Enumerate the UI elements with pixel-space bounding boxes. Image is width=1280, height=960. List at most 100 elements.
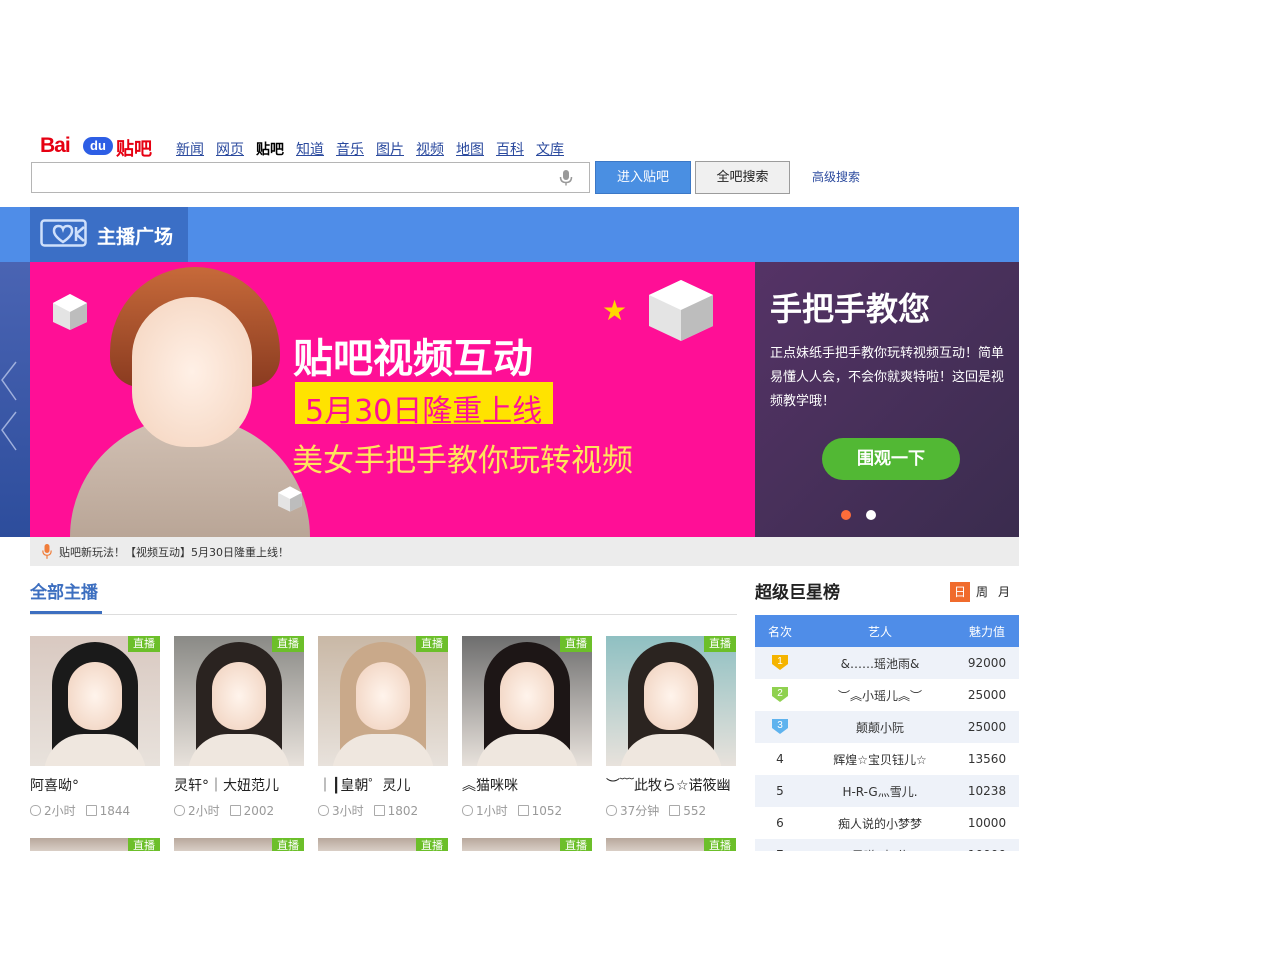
anchor-photo[interactable]: 直播 bbox=[318, 636, 448, 766]
section-title-all-anchors[interactable]: 全部主播 bbox=[30, 578, 98, 603]
banner-headline: 贴吧视频互动 bbox=[293, 336, 533, 382]
charm-score: 25000 bbox=[955, 679, 1019, 711]
anchor-card-next-row[interactable]: 直播 bbox=[318, 838, 448, 851]
nav-baike[interactable]: 百科 bbox=[496, 142, 524, 158]
advanced-search-link[interactable]: 高级搜索 bbox=[812, 168, 860, 185]
ranking-row[interactable]: 1 &……瑶池雨& 92000 bbox=[755, 647, 1019, 679]
live-badge: 直播 bbox=[416, 636, 448, 652]
notice-bar: 贴吧新玩法！【视频互动】5月30日隆重上线！ bbox=[30, 537, 1019, 566]
anchor-card-next-row[interactable]: 直播 bbox=[30, 838, 160, 851]
anchor-photo[interactable]: 直播 bbox=[30, 636, 160, 766]
anchor-card[interactable]: 直播 ︽猫咪咪 1小时 1052 bbox=[462, 636, 592, 818]
enter-tieba-button[interactable]: 进入贴吧 bbox=[595, 161, 691, 194]
banner-date-text: 5月30日隆重上线 bbox=[305, 394, 543, 429]
medal-icon: 2 bbox=[772, 686, 788, 702]
channel-bar: 主播广场 bbox=[0, 207, 1019, 262]
artist-name[interactable]: 颠颠小阮 bbox=[805, 711, 955, 743]
artist-name[interactable]: &……瑶池雨& bbox=[805, 647, 955, 679]
artist-name[interactable]: 痴人说的小梦梦 bbox=[805, 807, 955, 839]
logo-tieba-text: 贴吧 bbox=[116, 139, 152, 160]
ranking-row[interactable]: 3 颠颠小阮 25000 bbox=[755, 711, 1019, 743]
anchor-card[interactable]: 直播 ︶﹋此牧ら☆诺筱幽 37分钟 552 bbox=[606, 636, 736, 818]
ranking-title: 超级巨星榜 bbox=[755, 583, 840, 603]
anchor-stats: 2小时 2002 bbox=[174, 802, 274, 819]
live-badge: 直播 bbox=[128, 636, 160, 652]
search-input[interactable] bbox=[36, 163, 550, 192]
anchor-name[interactable]: 灵轩°｜大妞范儿 bbox=[174, 775, 312, 795]
charm-score: 10000 bbox=[955, 807, 1019, 839]
rank-cell: 1 bbox=[755, 647, 805, 679]
anchor-card[interactable]: 直播 ｜┃皇朝゜灵儿 3小时 1802 bbox=[318, 636, 448, 818]
nav-music[interactable]: 音乐 bbox=[336, 142, 364, 158]
nav-news[interactable]: 新闻 bbox=[176, 142, 204, 158]
anchor-photo[interactable]: 直播 bbox=[462, 636, 592, 766]
anchor-stats: 3小时 1802 bbox=[318, 802, 418, 819]
slide-dot-1[interactable] bbox=[841, 510, 851, 520]
anchor-name[interactable]: 阿喜呦° bbox=[30, 775, 168, 795]
banner-slide[interactable]: ★ 贴吧视频互动 5月30日隆重上线 美女手把手教你玩转视频 bbox=[30, 262, 755, 537]
anchor-photo[interactable]: 直播 bbox=[606, 636, 736, 766]
artist-name[interactable]: 辉煌☆宝贝钰儿☆ bbox=[805, 743, 955, 775]
anchor-views: 1844 bbox=[99, 803, 131, 818]
notice-text[interactable]: 贴吧新玩法！【视频互动】5月30日隆重上线！ bbox=[59, 544, 289, 560]
search-box bbox=[31, 162, 590, 193]
nav-map[interactable]: 地图 bbox=[456, 142, 484, 158]
nav-video[interactable]: 视频 bbox=[416, 142, 444, 158]
rank-cell: 5 bbox=[755, 775, 805, 807]
nav-images[interactable]: 图片 bbox=[376, 142, 404, 158]
ranking-tab-day[interactable]: 日 bbox=[950, 582, 970, 602]
baidu-tieba-logo[interactable]: Bai du 贴吧 bbox=[38, 134, 160, 160]
anchor-name[interactable]: ︽猫咪咪 bbox=[462, 775, 600, 795]
search-all-button[interactable]: 全吧搜索 bbox=[695, 161, 790, 194]
slide-dot-2[interactable] bbox=[866, 510, 876, 520]
channel-tab[interactable]: 主播广场 bbox=[30, 207, 188, 262]
anchor-time: 3小时 bbox=[332, 804, 364, 818]
artist-name[interactable]: ︶︽小瑶儿︽︶ bbox=[805, 679, 955, 711]
ranking-table: 名次 艺人 魅力值 1 &……瑶池雨& 92000 2 ︶︽小瑶儿︽︶ 25000 3 颠颠小… bbox=[755, 615, 1019, 871]
nav-wenku[interactable]: 文库 bbox=[536, 142, 564, 158]
previous-slide-edge[interactable] bbox=[0, 262, 30, 537]
photo-face-shape bbox=[68, 662, 122, 730]
photo-face-shape bbox=[500, 662, 554, 730]
anchor-views: 1052 bbox=[531, 803, 563, 818]
anchor-time: 2小时 bbox=[188, 804, 220, 818]
ranking-row[interactable]: 4 辉煌☆宝贝钰儿☆ 13560 bbox=[755, 743, 1019, 775]
hero-banner[interactable]: ★ 贴吧视频互动 5月30日隆重上线 美女手把手教你玩转视频 手把手教您 正点妹… bbox=[0, 262, 1019, 537]
anchor-name[interactable]: ︶﹋此牧ら☆诺筱幽 bbox=[606, 775, 744, 795]
anchor-time: 1小时 bbox=[476, 804, 508, 818]
anchor-card-next-row[interactable]: 直播 bbox=[174, 838, 304, 851]
artist-name[interactable]: H-R-G灬雪儿. bbox=[805, 775, 955, 807]
photo-face-shape bbox=[644, 662, 698, 730]
medal-rank-number: 1 bbox=[777, 656, 783, 667]
section-divider bbox=[30, 614, 737, 615]
watch-button[interactable]: 围观一下 bbox=[822, 438, 960, 480]
banner-info-desc: 正点妹纸手把手教你玩转视频互动！简单易懂人人会，不会你就爽特啦！这回是视频教学哦… bbox=[770, 346, 1005, 409]
ranking-tab-month[interactable]: 月 bbox=[998, 585, 1010, 599]
medal-rank-number: 2 bbox=[777, 688, 783, 699]
microphone-icon[interactable] bbox=[557, 169, 575, 187]
live-badge: 直播 bbox=[704, 838, 736, 851]
ranking-row[interactable]: 5 H-R-G灬雪儿. 10238 bbox=[755, 775, 1019, 807]
ranking-tab-week[interactable]: 周 bbox=[976, 585, 988, 599]
rank-cell: 6 bbox=[755, 807, 805, 839]
anchor-card[interactable]: 直播 灵轩°｜大妞范儿 2小时 2002 bbox=[174, 636, 304, 818]
clock-icon bbox=[606, 805, 617, 816]
anchor-card-next-row[interactable]: 直播 bbox=[606, 838, 736, 851]
anchor-stats: 2小时 1844 bbox=[30, 802, 130, 819]
anchor-card-next-row[interactable]: 直播 bbox=[462, 838, 592, 851]
banner-girl-photo bbox=[70, 267, 310, 537]
header-rank: 名次 bbox=[755, 615, 805, 647]
clock-icon bbox=[174, 805, 185, 816]
nav-web[interactable]: 网页 bbox=[216, 142, 244, 158]
anchor-card[interactable]: 直播 阿喜呦° 2小时 1844 bbox=[30, 636, 160, 818]
ranking-row[interactable]: 2 ︶︽小瑶儿︽︶ 25000 bbox=[755, 679, 1019, 711]
microphone-icon bbox=[42, 544, 52, 559]
anchor-views: 2002 bbox=[243, 803, 275, 818]
anchor-photo[interactable]: 直播 bbox=[174, 636, 304, 766]
anchor-name[interactable]: ｜┃皇朝゜灵儿 bbox=[318, 775, 456, 795]
ranking-row[interactable]: 6 痴人说的小梦梦 10000 bbox=[755, 807, 1019, 839]
nav-zhidao[interactable]: 知道 bbox=[296, 142, 324, 158]
ranking-header-row: 名次 艺人 魅力值 bbox=[755, 615, 1019, 647]
charm-score: 25000 bbox=[955, 711, 1019, 743]
nav-tieba[interactable]: 贴吧 bbox=[256, 142, 284, 158]
